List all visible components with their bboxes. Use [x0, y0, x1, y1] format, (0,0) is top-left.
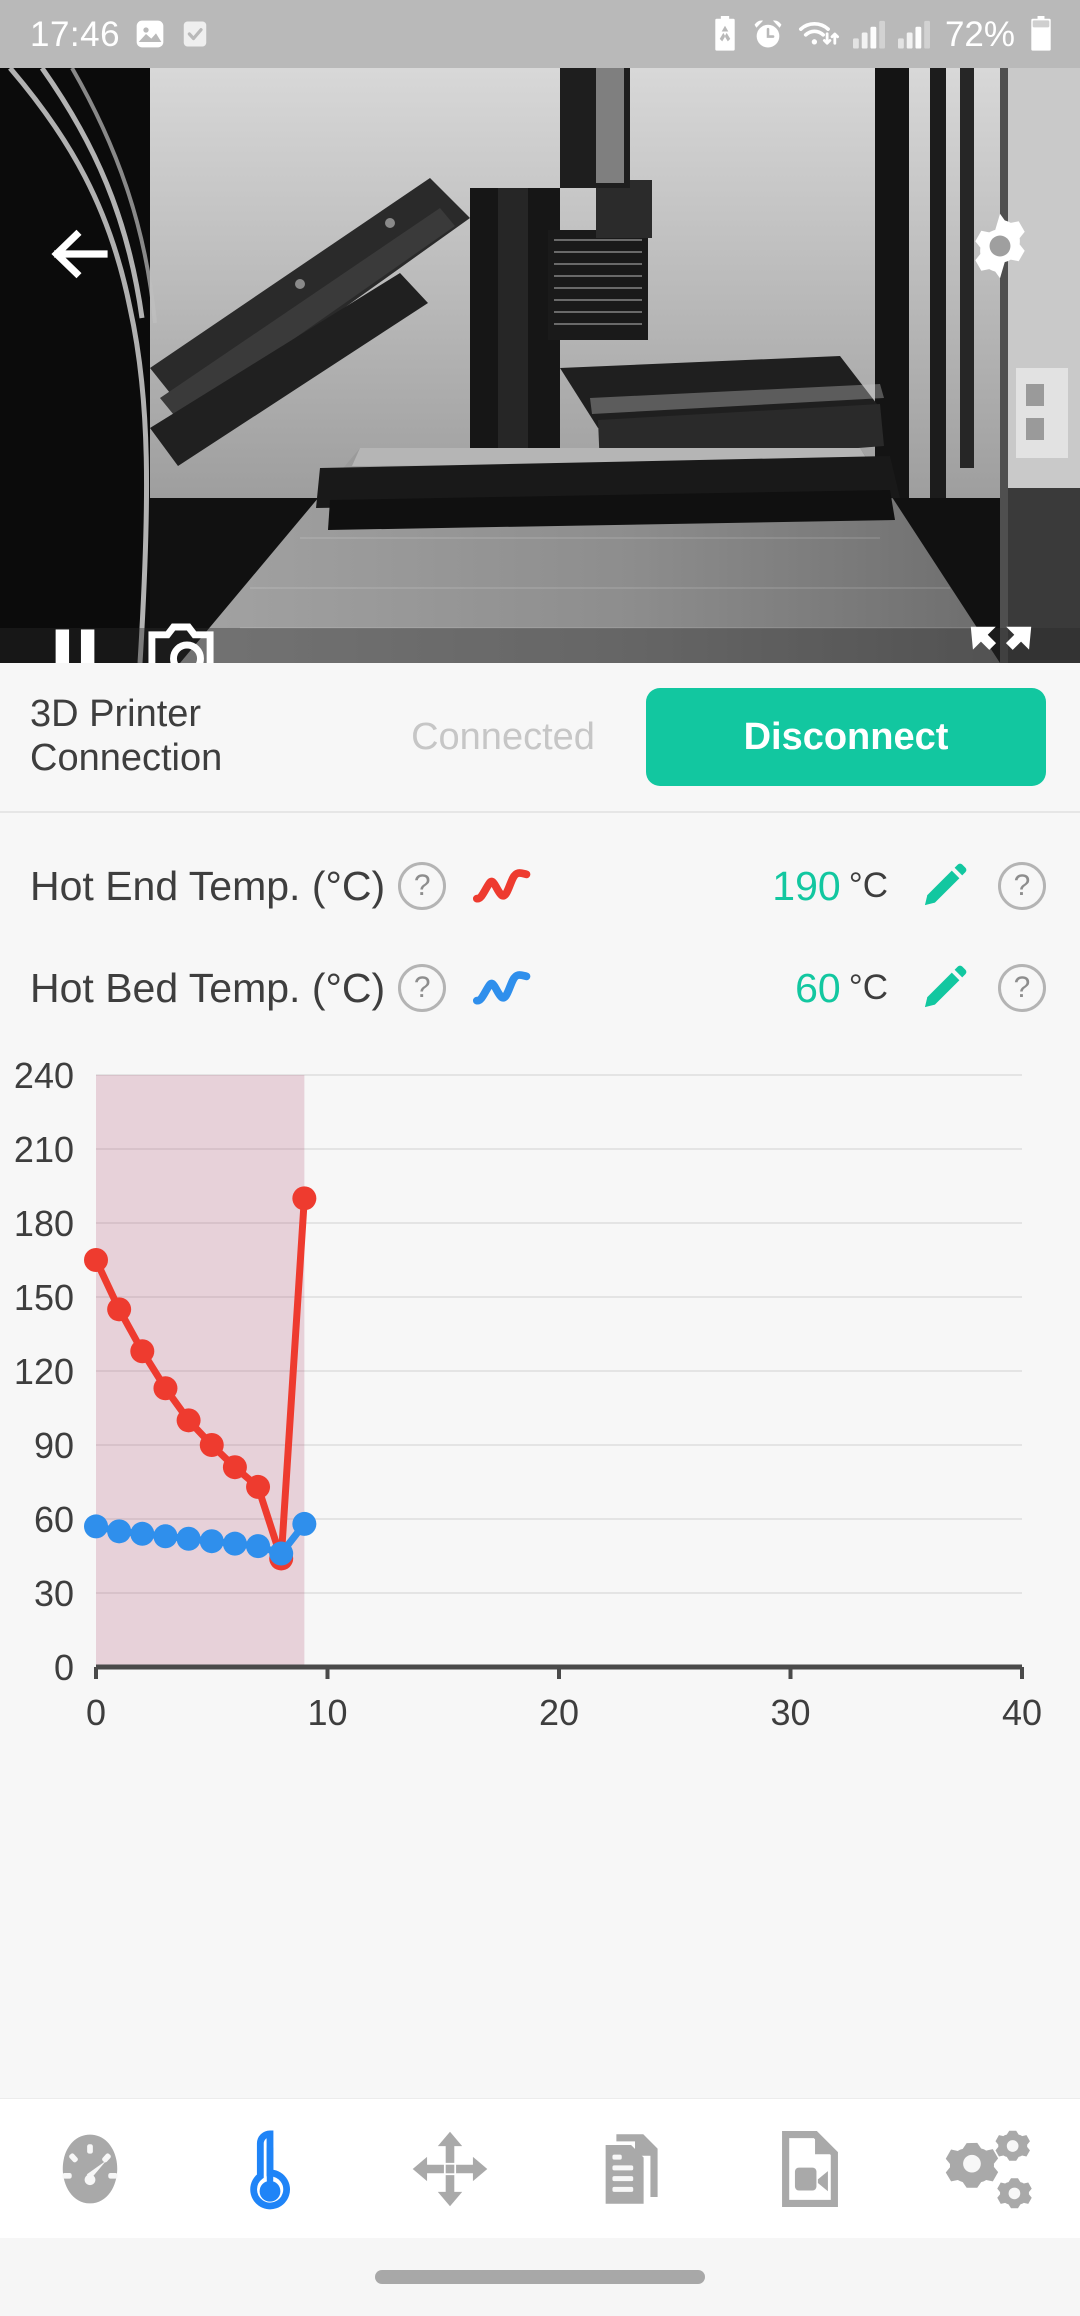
connection-title-line2: Connection [30, 737, 223, 779]
hot-bed-label-help-icon[interactable]: ? [398, 964, 447, 1012]
nav-item-video[interactable] [745, 2114, 875, 2224]
y-axis-tick-label: 240 [14, 1055, 74, 1096]
chart-data-point [222, 1531, 247, 1556]
y-axis-tick-label: 180 [14, 1203, 74, 1244]
nav-item-move[interactable] [385, 2114, 515, 2224]
arrow-left-icon [51, 229, 108, 279]
y-axis-tick-label: 30 [34, 1573, 74, 1614]
chart-data-point [222, 1455, 247, 1480]
task-check-icon [180, 18, 210, 50]
pause-icon [55, 629, 95, 663]
connection-title-line1: 3D Printer [30, 693, 202, 736]
chart-data-point [199, 1529, 224, 1554]
x-axis-tick-label: 30 [770, 1692, 810, 1733]
signal-bars-1-icon [852, 19, 885, 49]
x-axis-tick-label: 10 [307, 1692, 347, 1733]
hot-end-temp-label: Hot End Temp. (°C) [30, 862, 386, 909]
connection-status-label: Connected [411, 715, 595, 758]
camera-icon [148, 623, 214, 663]
chart-data-point [130, 1521, 155, 1546]
status-bar-clock: 17:46 [30, 14, 121, 54]
gesture-home-bar[interactable] [375, 2270, 705, 2284]
y-axis-tick-label: 60 [34, 1499, 74, 1540]
fullscreen-button[interactable] [962, 620, 1040, 663]
video-file-icon [782, 2130, 838, 2207]
move-arrows-icon [412, 2131, 488, 2206]
blue-sparkline-icon[interactable] [472, 966, 542, 1010]
gauge-icon [62, 2134, 118, 2203]
x-axis-tick-label: 20 [539, 1692, 579, 1733]
thermometer-icon [250, 2129, 290, 2209]
chart-data-point [176, 1408, 201, 1433]
chart-data-point [153, 1376, 178, 1401]
webcam-settings-button[interactable] [962, 208, 1038, 284]
chart-data-point [84, 1248, 108, 1272]
y-axis-tick-label: 120 [14, 1351, 74, 1392]
back-button[interactable] [44, 218, 116, 290]
signal-bars-2-icon [897, 19, 930, 49]
gcode-files-icon [605, 2133, 658, 2204]
hot-bed-edit-pencil-icon[interactable] [918, 962, 970, 1014]
chart-data-point [176, 1526, 201, 1551]
hot-end-edit-pencil-icon[interactable] [918, 860, 970, 912]
hot-end-value-help-icon[interactable]: ? [998, 862, 1046, 910]
y-axis-tick-label: 0 [54, 1647, 74, 1688]
y-axis-tick-label: 210 [14, 1129, 74, 1170]
connection-title: 3D Printer Connection [30, 693, 360, 780]
chart-data-point [199, 1433, 224, 1457]
hot-bed-temp-value: 60 [795, 964, 841, 1011]
temperature-chart[interactable]: 0 30 60 90 120 150 180 210 240 0 10 20 30 40 [0, 1039, 1080, 2098]
status-bar-left: 17:46 [30, 17, 210, 52]
webcam-stream[interactable] [0, 68, 1080, 663]
x-axis-tick-label: 0 [86, 1692, 106, 1733]
chart-data-point [84, 1514, 108, 1539]
gear-icon [975, 213, 1025, 279]
gears-icon [945, 2130, 1032, 2208]
chart-data-point [292, 1511, 317, 1536]
fullscreen-expand-icon [970, 626, 1032, 650]
disconnect-button[interactable]: Disconnect [646, 688, 1046, 786]
app-screen: 17:46 72% 3D Printer Connection Connecte… [0, 0, 1080, 2316]
battery-saver-icon [712, 16, 738, 52]
photo-icon [134, 18, 166, 50]
nav-item-dashboard[interactable] [25, 2114, 155, 2224]
chart-data-point [107, 1519, 132, 1544]
hot-bed-temp-label: Hot Bed Temp. (°C) [30, 964, 386, 1011]
hot-end-temp-value: 190 [772, 862, 841, 909]
red-sparkline-icon[interactable] [472, 864, 542, 908]
webcam-image [0, 68, 1080, 663]
nav-item-temperature[interactable] [205, 2114, 335, 2224]
chart-data-point [107, 1297, 132, 1322]
temperature-rows: Hot End Temp. (°C) ? 190 °C ? Hot Bed Te… [0, 813, 1080, 1039]
temperature-chart-svg: 0 30 60 90 120 150 180 210 240 0 10 20 30 40 [14, 1055, 1042, 1733]
chart-data-point [246, 1534, 271, 1559]
hot-bed-temp-row: Hot Bed Temp. (°C) ? 60 °C ? [30, 937, 1046, 1039]
snapshot-button[interactable] [148, 620, 226, 663]
wifi-icon [798, 17, 840, 51]
chart-data-point [153, 1524, 178, 1549]
y-axis-tick-label: 150 [14, 1277, 74, 1318]
printer-connection-row: 3D Printer Connection Connected Disconne… [0, 663, 1080, 813]
nav-item-files[interactable] [565, 2114, 695, 2224]
gesture-nav-area [0, 2238, 1080, 2316]
alarm-clock-icon [751, 17, 785, 51]
hot-end-temp-row: Hot End Temp. (°C) ? 190 °C ? [30, 835, 1046, 937]
battery-icon [1028, 16, 1054, 52]
pause-stream-button[interactable] [44, 622, 106, 663]
nav-item-settings[interactable] [925, 2114, 1055, 2224]
hot-bed-temp-unit: °C [848, 968, 888, 1007]
status-bar-right: 72% [712, 16, 1054, 52]
bottom-navigation [0, 2098, 1080, 2238]
chart-data-point [269, 1541, 294, 1566]
chart-data-point [130, 1339, 155, 1364]
chart-data-point [246, 1474, 271, 1499]
chart-data-point [292, 1186, 317, 1211]
hot-end-temp-unit: °C [848, 866, 888, 905]
status-bar: 17:46 72% [0, 0, 1080, 68]
x-axis-tick-label: 40 [1002, 1692, 1042, 1733]
y-axis-tick-label: 90 [34, 1425, 74, 1466]
battery-percent-label: 72% [944, 14, 1015, 54]
hot-bed-value-help-icon[interactable]: ? [998, 964, 1046, 1012]
hot-end-label-help-icon[interactable]: ? [398, 862, 447, 910]
